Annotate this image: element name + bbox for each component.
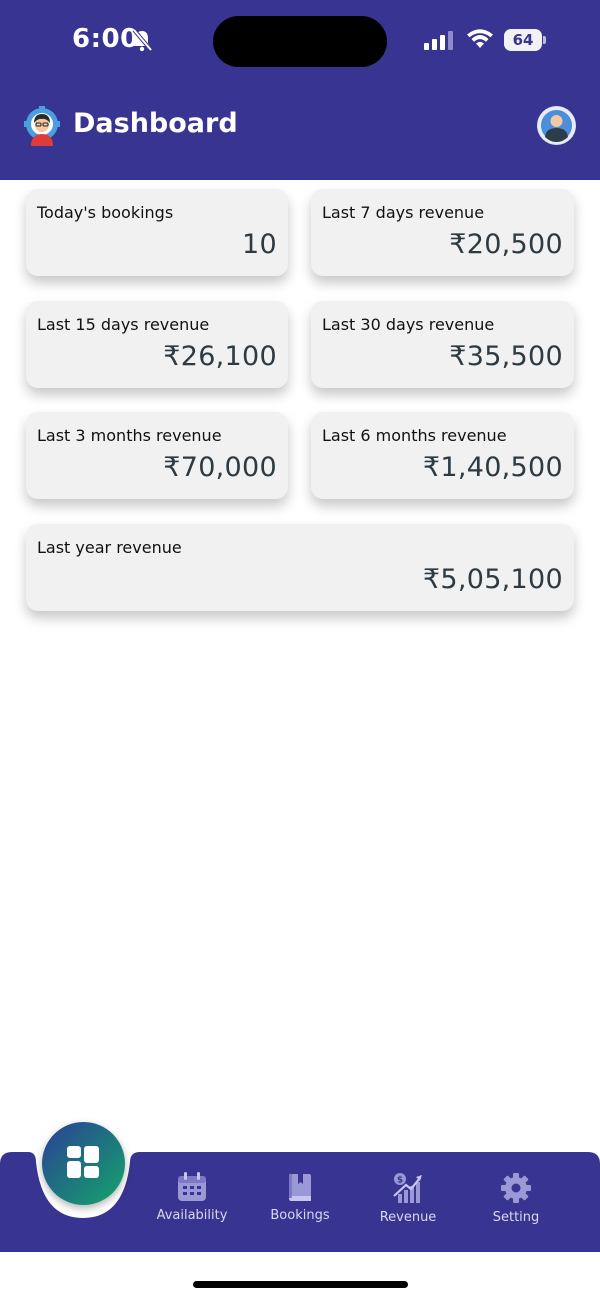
app-logo-icon	[24, 106, 60, 146]
dashboard-grid-icon	[67, 1146, 99, 1178]
profile-avatar[interactable]	[537, 106, 576, 145]
revenue-chart-icon: $	[393, 1173, 422, 1203]
page-title: Dashboard	[73, 108, 238, 139]
last-15-days-revenue-card[interactable]: Last 15 days revenue ₹26,100	[26, 301, 288, 388]
silent-bell-icon	[132, 28, 153, 52]
card-label: Last year revenue	[37, 538, 182, 557]
status-bar: 6:00 64	[0, 0, 600, 80]
card-value: ₹5,05,100	[422, 564, 563, 595]
card-label: Last 3 months revenue	[37, 426, 222, 445]
nav-item-revenue[interactable]: $ Revenue	[360, 1168, 456, 1238]
last-6-months-revenue-card[interactable]: Last 6 months revenue ₹1,40,500	[311, 412, 574, 499]
card-value: ₹20,500	[449, 229, 563, 260]
last-3-months-revenue-card[interactable]: Last 3 months revenue ₹70,000	[26, 412, 288, 499]
wifi-icon	[467, 29, 493, 48]
nav-item-bookings[interactable]: Bookings	[252, 1168, 348, 1238]
todays-bookings-card[interactable]: Today's bookings 10	[26, 189, 288, 276]
last-7-days-revenue-card[interactable]: Last 7 days revenue ₹20,500	[311, 189, 574, 276]
card-label: Last 6 months revenue	[322, 426, 507, 445]
card-value: ₹70,000	[163, 452, 277, 483]
card-label: Last 15 days revenue	[37, 315, 210, 334]
card-value: ₹35,500	[449, 341, 563, 372]
last-30-days-revenue-card[interactable]: Last 30 days revenue ₹35,500	[311, 301, 574, 388]
battery-indicator: 64	[504, 29, 542, 51]
card-value: ₹26,100	[163, 341, 277, 372]
card-value: 10	[242, 229, 277, 260]
card-value: ₹1,40,500	[422, 452, 563, 483]
status-time: 6:00	[72, 24, 139, 54]
calendar-icon	[178, 1172, 206, 1201]
cellular-signal-icon	[424, 31, 453, 50]
user-avatar-icon	[538, 107, 575, 144]
nav-label: Setting	[492, 1210, 540, 1225]
svg-text:$: $	[397, 1176, 403, 1186]
card-label: Last 30 days revenue	[322, 315, 495, 334]
home-indicator[interactable]	[193, 1281, 408, 1288]
last-year-revenue-card[interactable]: Last year revenue ₹5,05,100	[26, 524, 574, 611]
gear-icon	[501, 1173, 531, 1203]
card-label: Today's bookings	[37, 203, 174, 222]
nav-label: Availability	[156, 1208, 228, 1223]
dashboard-fab-button[interactable]	[42, 1122, 125, 1205]
card-label: Last 7 days revenue	[322, 203, 485, 222]
book-icon	[289, 1174, 311, 1201]
nav-item-availability[interactable]: Availability	[144, 1168, 240, 1238]
nav-label: Revenue	[379, 1210, 437, 1225]
dynamic-island	[213, 16, 387, 67]
header-curve	[0, 140, 600, 173]
nav-item-setting[interactable]: Setting	[468, 1168, 564, 1238]
battery-tip	[543, 36, 546, 44]
nav-label: Bookings	[270, 1208, 330, 1223]
